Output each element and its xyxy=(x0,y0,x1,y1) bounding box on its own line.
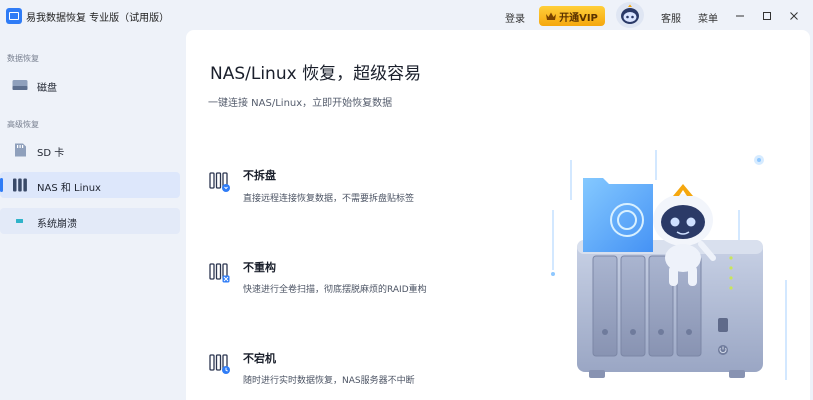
sidebar-item-disk[interactable]: 磁盘 xyxy=(0,72,180,98)
app-logo-icon xyxy=(6,8,22,24)
maximize-icon xyxy=(763,12,771,20)
feature-title: 不重构 xyxy=(243,261,276,274)
page-subtitle: 一键连接 NAS/Linux，立即开始恢复数据 xyxy=(208,98,393,109)
robot-avatar-icon xyxy=(621,4,639,24)
page-title: NAS/Linux 恢复，超级容易 xyxy=(210,64,422,84)
section-label-advanced-recovery: 高级恢复 xyxy=(7,120,39,129)
no-disassembly-icon xyxy=(209,172,230,192)
minimize-button[interactable] xyxy=(732,8,748,24)
login-link[interactable]: 登录 xyxy=(505,10,525,25)
title-bar: 易我数据恢复 专业版（试用版） 登录 开通VIP 客服 菜单 xyxy=(0,0,813,32)
sidebar-item-label: 系统崩溃 xyxy=(37,219,77,230)
main-panel: NAS/Linux 恢复，超级容易 一键连接 NAS/Linux，立即开始恢复数… xyxy=(186,30,810,400)
app-title: 易我数据恢复 专业版（试用版） xyxy=(26,13,170,24)
sidebar-item-system-crash[interactable]: 系统崩溃 xyxy=(0,208,180,234)
sidebar-item-label: NAS 和 Linux xyxy=(37,183,101,194)
hard-disk-icon xyxy=(12,80,28,90)
no-downtime-icon xyxy=(209,354,230,374)
service-link[interactable]: 客服 xyxy=(661,10,681,25)
feature-desc: 快速进行全卷扫描，彻底摆脱麻烦的RAID重构 xyxy=(243,285,427,295)
vip-button[interactable]: 开通VIP xyxy=(539,6,605,26)
sd-card-icon xyxy=(15,143,26,157)
close-button[interactable] xyxy=(786,8,802,24)
feature-title: 不拆盘 xyxy=(243,169,276,182)
nas-robot-illustration xyxy=(551,150,787,380)
feature-desc: 直接远程连接恢复数据，不需要拆盘贴标签 xyxy=(243,194,415,204)
maximize-button[interactable] xyxy=(759,8,775,24)
avatar[interactable] xyxy=(616,2,644,28)
menu-link[interactable]: 菜单 xyxy=(698,10,718,25)
feature-desc: 随时进行实时数据恢复，NAS服务器不中断 xyxy=(243,376,415,386)
sidebar-item-nas-linux[interactable]: NAS 和 Linux xyxy=(0,172,180,198)
no-rebuild-icon xyxy=(209,263,230,283)
nas-icon xyxy=(13,178,27,192)
vip-label: 开通VIP xyxy=(559,12,598,24)
crown-icon xyxy=(546,12,557,20)
close-icon xyxy=(790,12,798,20)
active-indicator xyxy=(0,178,3,192)
feature-title: 不宕机 xyxy=(243,352,276,365)
sidebar-item-label: 磁盘 xyxy=(37,83,57,94)
sidebar-item-label: SD 卡 xyxy=(37,148,65,159)
system-crash-icon xyxy=(16,219,23,223)
minimize-icon xyxy=(736,15,744,17)
sidebar-item-sd-card[interactable]: SD 卡 xyxy=(0,137,180,163)
section-label-data-recovery: 数据恢复 xyxy=(7,54,39,63)
